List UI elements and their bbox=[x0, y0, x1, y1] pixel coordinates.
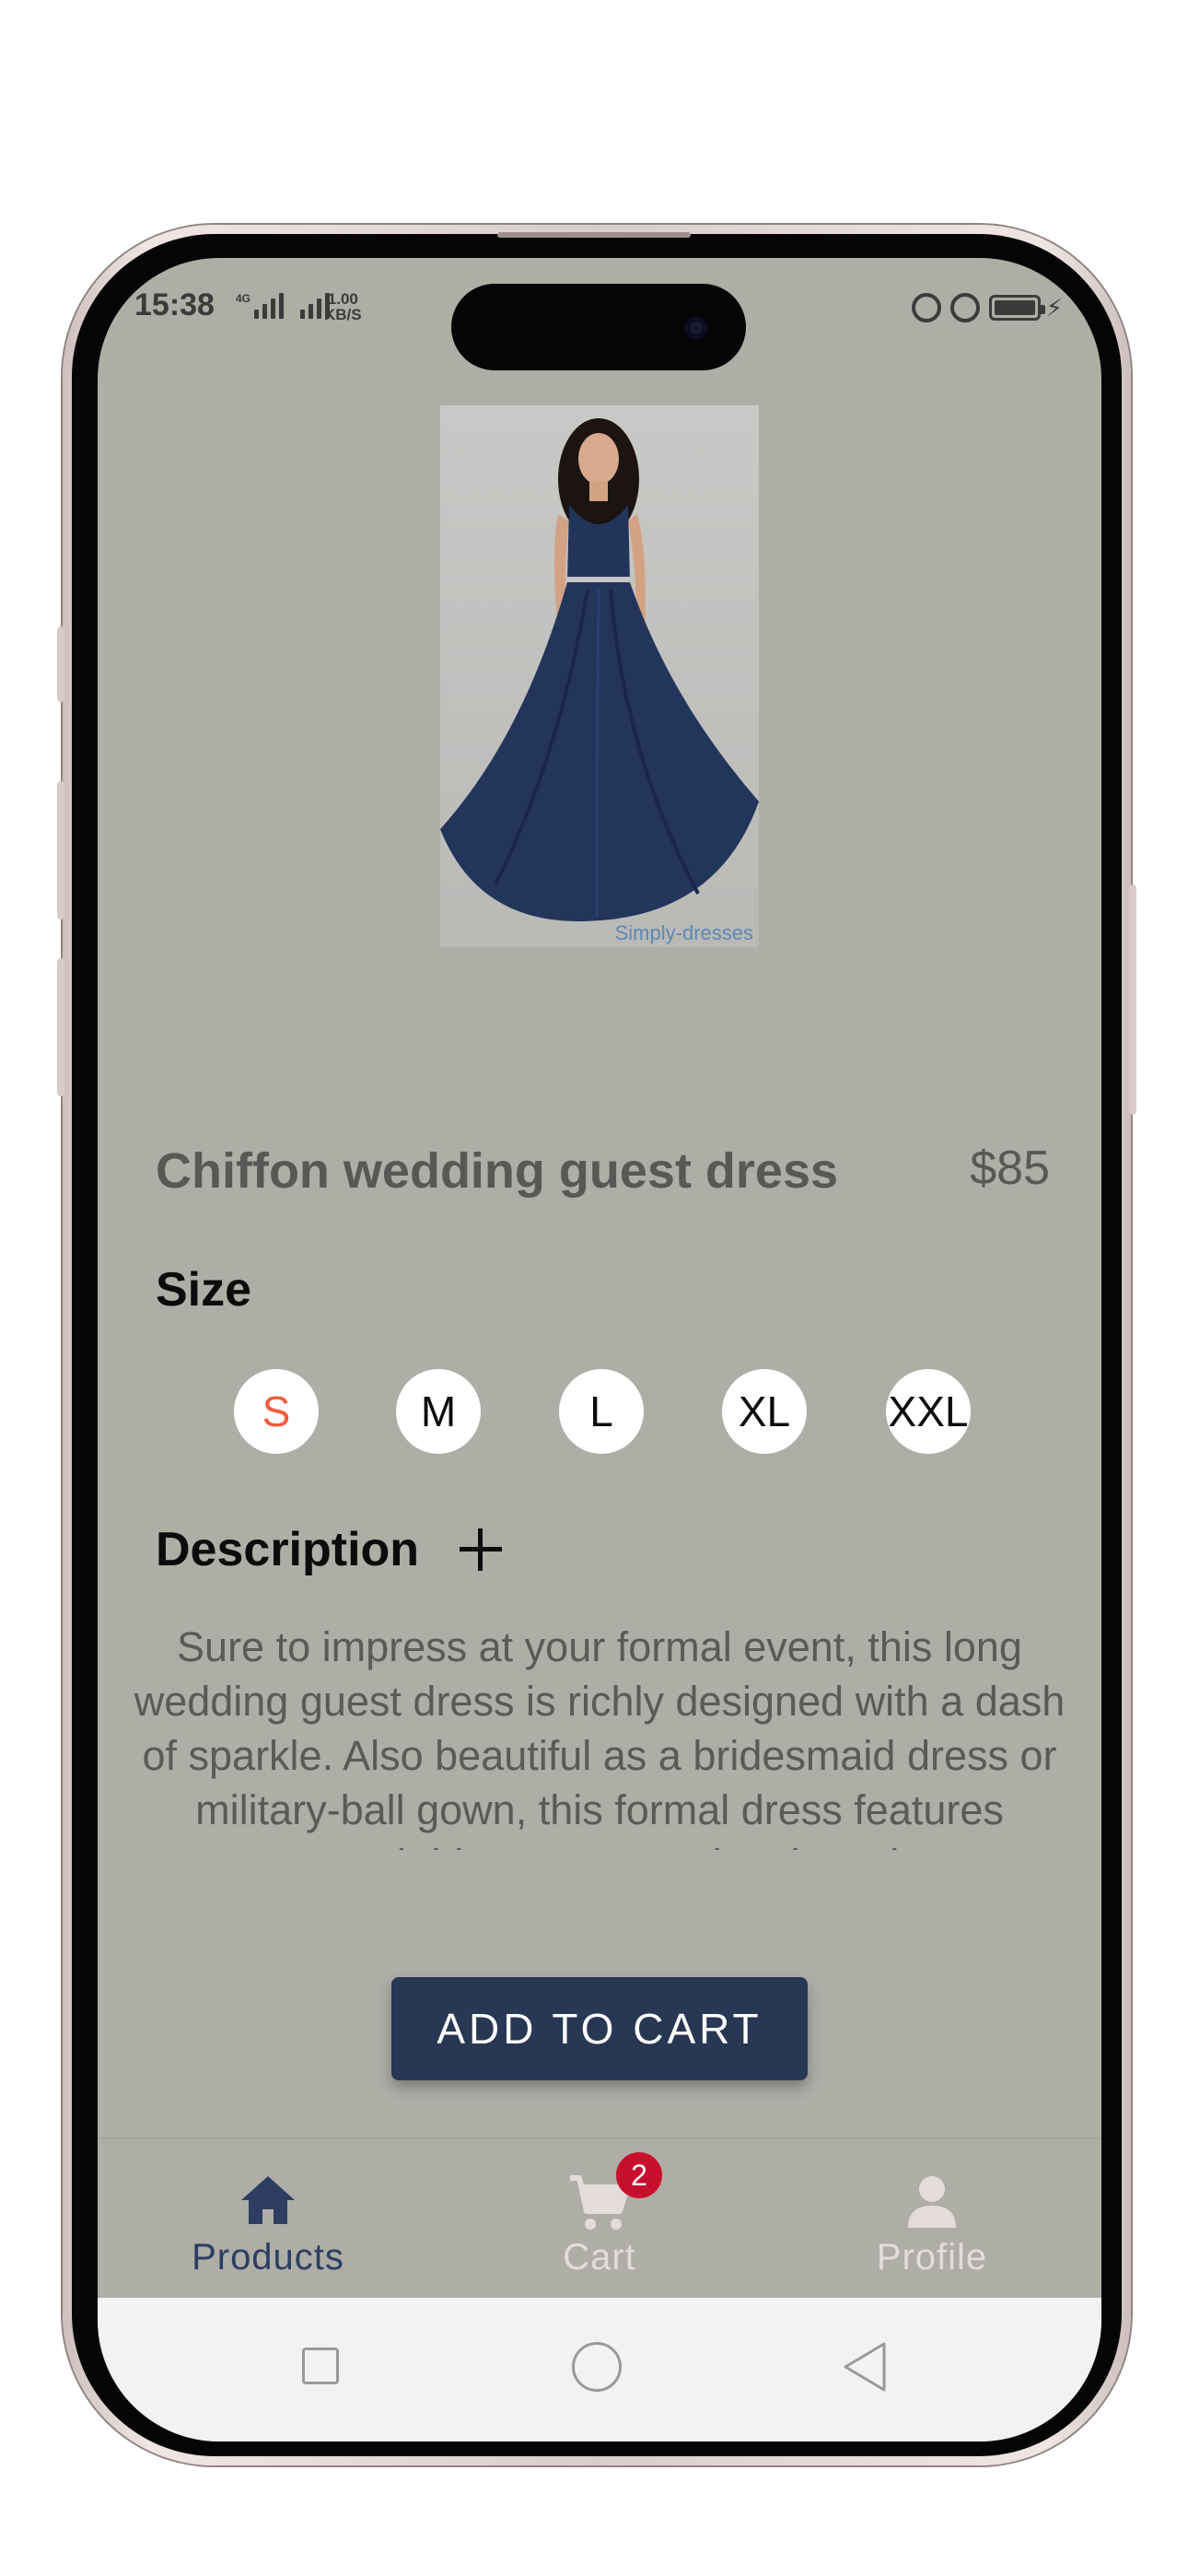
back-icon[interactable] bbox=[842, 2340, 888, 2394]
cart-count-badge: 2 bbox=[616, 2152, 662, 2198]
rotation-lock-icon bbox=[911, 293, 941, 322]
product-price: $85 bbox=[970, 1142, 1050, 1195]
home-icon bbox=[241, 2176, 295, 2224]
size-option-m[interactable]: M bbox=[396, 1369, 481, 1454]
network-type-label: 4G bbox=[236, 292, 251, 305]
size-option-s[interactable]: S bbox=[234, 1369, 319, 1454]
nav-item-products[interactable]: Products bbox=[148, 2139, 388, 2300]
home-button-icon[interactable] bbox=[572, 2342, 622, 2392]
plus-icon[interactable] bbox=[460, 1528, 503, 1571]
recents-icon[interactable] bbox=[302, 2348, 339, 2384]
signal-icon: 4G bbox=[236, 291, 331, 319]
charging-icon: ⚡ bbox=[1045, 294, 1063, 322]
add-to-cart-button[interactable]: ADD TO CART bbox=[391, 1977, 808, 2080]
status-bar: 15:38 4G 1.00 KB/S ⚡ bbox=[98, 258, 1101, 370]
status-time: 15:38 bbox=[134, 287, 215, 322]
network-speed-value: 1.00 bbox=[327, 290, 358, 308]
nav-item-cart[interactable]: 2 Cart bbox=[480, 2139, 719, 2300]
camera-icon bbox=[685, 317, 707, 339]
nav-label-profile: Profile bbox=[876, 2237, 988, 2277]
battery-icon bbox=[988, 295, 1045, 321]
alarm-icon bbox=[949, 293, 980, 322]
size-selector: S M L XL XXL bbox=[234, 1369, 971, 1454]
volume-down-button bbox=[57, 958, 64, 1096]
system-navigation-bar bbox=[98, 2298, 1101, 2441]
app-screen: 15:38 4G 1.00 KB/S ⚡ Simply-dresses Chif… bbox=[98, 258, 1101, 2441]
nav-label-products: Products bbox=[192, 2237, 344, 2277]
product-title: Chiffon wedding guest dress bbox=[156, 1143, 839, 1199]
size-option-xxl[interactable]: XXL bbox=[886, 1369, 971, 1454]
product-image: Simply-dresses bbox=[440, 405, 759, 947]
size-option-xl[interactable]: XL bbox=[722, 1369, 807, 1454]
size-option-l[interactable]: L bbox=[559, 1369, 644, 1454]
image-watermark: Simply-dresses bbox=[614, 921, 753, 944]
description-header[interactable]: Description bbox=[156, 1522, 503, 1577]
volume-up-button bbox=[57, 781, 64, 919]
action-button bbox=[57, 626, 64, 702]
description-text: Sure to impress at your formal event, th… bbox=[134, 1623, 1066, 1850]
network-speed: 1.00 KB/S bbox=[324, 291, 362, 322]
network-speed-unit: KB/S bbox=[324, 306, 362, 323]
bottom-navigation: Products 2 Cart Profile bbox=[98, 2137, 1101, 2298]
speaker-grille bbox=[497, 232, 691, 238]
status-icons: ⚡ bbox=[911, 293, 1063, 322]
person-icon bbox=[908, 2176, 956, 2228]
dress-model-illustration bbox=[440, 418, 759, 921]
nav-label-cart: Cart bbox=[563, 2237, 636, 2277]
size-heading: Size bbox=[156, 1263, 252, 1317]
description-heading: Description bbox=[156, 1523, 420, 1576]
power-button bbox=[1129, 884, 1136, 1115]
dynamic-island bbox=[451, 284, 746, 370]
nav-item-profile[interactable]: Profile bbox=[812, 2139, 1052, 2300]
